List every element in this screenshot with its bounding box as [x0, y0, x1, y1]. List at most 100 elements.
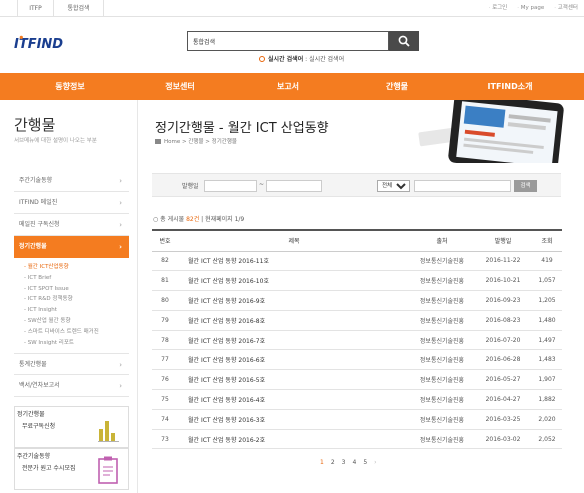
clipboard-icon [98, 456, 118, 484]
breadcrumb-text[interactable]: Home > 간행물 > 정기간행물 [164, 139, 237, 145]
row-title-link[interactable]: 월간 ICT 산업 동향 2016-11호 [178, 251, 410, 272]
itfind-logo[interactable]: ITFIND [14, 35, 68, 52]
sidebar-item-stats[interactable]: 통계간행물 › [14, 353, 129, 376]
date-label: 발행일 [182, 183, 199, 190]
submenu-item-smart-device[interactable]: 스마트 디바이스 트렌드 매거진 [24, 327, 129, 338]
realtime-text: : 실시간 검색어 [305, 56, 345, 63]
row-number: 74 [152, 409, 178, 430]
sidebar-subtitle: 서브메뉴에 대한 설명이 나오는 부분 [14, 138, 97, 144]
tab-integrated-search[interactable]: 통합검색 [54, 0, 104, 17]
row-views: 1,907 [532, 369, 562, 391]
sidebar-item-mailzine[interactable]: ITFIND 메일진 › [14, 192, 129, 214]
row-number: 78 [152, 330, 178, 351]
table-row[interactable]: 82 월간 ICT 산업 동향 2016-11호 정보통신기술진흥 2016-11-2… [152, 251, 562, 272]
page-3[interactable]: 3 [342, 459, 346, 466]
col-source: 출처 [410, 229, 474, 252]
sidebar-item-whitepaper[interactable]: 백서/연차보고서 › [14, 375, 129, 398]
table-row[interactable]: 78 월간 ICT 산업 동향 2016-7호 정보통신기술진흥 2016-07-20… [152, 330, 562, 351]
customer-center-link[interactable]: 고객센터 [554, 0, 578, 17]
sidebar-item-periodicals[interactable]: 정기간행물 › [14, 236, 129, 258]
row-views: 1,483 [532, 349, 562, 371]
nav-itfind-intro[interactable]: ITFIND소개 [470, 73, 550, 100]
top-bar: ITFP 통합검색 로그인 My page 고객센터 [0, 0, 584, 17]
page-5[interactable]: 5 [363, 459, 367, 466]
submenu-item-ict-rnd[interactable]: ICT R&D 정책동향 [24, 294, 129, 305]
table-row[interactable]: 74 월간 ICT 산업 동향 2016-3호 정보통신기술진흥 2016-03-25… [152, 409, 562, 430]
page-1[interactable]: 1 [320, 459, 324, 466]
row-title-link[interactable]: 월간 ICT 산업 동향 2016-5호 [178, 369, 410, 391]
svg-text:ITFIND: ITFIND [14, 37, 63, 51]
count-prefix: 총 게시물 [160, 216, 185, 223]
table-row[interactable]: 75 월간 ICT 산업 동향 2016-4호 정보통신기술진흥 2016-04-27… [152, 389, 562, 410]
tab-itfp[interactable]: ITFP [17, 0, 54, 17]
row-title-link[interactable]: 월간 ICT 산업 동향 2016-6호 [178, 349, 410, 371]
row-source: 정보통신기술진흥 [410, 251, 474, 272]
row-title-link[interactable]: 월간 ICT 산업 동향 2016-4호 [178, 389, 410, 410]
pagination: 1 2 3 4 5 › [320, 459, 377, 466]
page-2[interactable]: 2 [331, 459, 335, 466]
search-button[interactable] [389, 31, 419, 51]
nav-publications[interactable]: 간행물 [362, 73, 432, 100]
row-title-link[interactable]: 월간 ICT 산업 동향 2016-9호 [178, 290, 410, 311]
filter-search-button[interactable]: 검색 [514, 180, 537, 192]
submenu-item-ict-brief[interactable]: ICT Brief [24, 273, 129, 284]
row-title-link[interactable]: 월간 ICT 산업 동향 2016-8호 [178, 310, 410, 331]
col-date: 발행일 [474, 229, 532, 252]
row-source: 정보통신기술진흥 [410, 330, 474, 351]
row-source: 정보통신기술진흥 [410, 290, 474, 311]
submenu-item-ict-spot[interactable]: ICT SPOT Issue [24, 284, 129, 295]
main-nav: 동향정보 정보센터 보고서 간행물 ITFIND소개 [0, 73, 584, 100]
table-row[interactable]: 76 월간 ICT 산업 동향 2016-5호 정보통신기술진흥 2016-05-27… [152, 369, 562, 391]
table-row[interactable]: 73 월간 ICT 산업 동향 2016-2호 정보통신기술진흥 2016-03-02… [152, 429, 562, 450]
mypage-link[interactable]: My page [517, 0, 545, 17]
row-source: 정보통신기술진흥 [410, 429, 474, 450]
promo-free-subscription[interactable]: 정기간행물 무료구독신청 [14, 406, 129, 448]
start-date-input[interactable] [204, 180, 257, 192]
submenu-item-sw-monthly[interactable]: SW산업 월간 동향 [24, 316, 129, 327]
submenu-item-sw-insight[interactable]: SW Insight 리포트 [24, 338, 129, 349]
table-header: 번호 제목 출처 발행일 조회 [152, 229, 562, 252]
login-link[interactable]: 로그인 [489, 0, 507, 17]
row-date: 2016-06-28 [474, 349, 532, 371]
sidebar-item-label: 메일진 구독신청 [19, 221, 60, 228]
page-4[interactable]: 4 [352, 459, 356, 466]
realtime-search-icon [259, 56, 265, 62]
sidebar-item-label: 통계간행물 [19, 361, 47, 369]
submenu-item-monthly-ict[interactable]: 월간 ICT산업동향 [24, 262, 129, 273]
next-page-icon[interactable]: › [374, 459, 376, 466]
nav-trend-info[interactable]: 동향정보 [35, 73, 105, 100]
row-title-link[interactable]: 월간 ICT 산업 동향 2016-2호 [178, 429, 410, 450]
nav-reports[interactable]: 보고서 [253, 73, 323, 100]
row-number: 79 [152, 310, 178, 331]
sidebar-item-mailzine-subscribe[interactable]: 메일진 구독신청 › [14, 214, 129, 236]
row-title-link[interactable]: 월간 ICT 산업 동향 2016-7호 [178, 330, 410, 351]
end-date-input[interactable] [266, 180, 322, 192]
chevron-right-icon: › [119, 221, 122, 229]
search-type-select[interactable]: 전체 [377, 180, 410, 192]
row-views: 419 [532, 251, 562, 272]
col-number: 번호 [152, 229, 178, 252]
nav-info-center[interactable]: 정보센터 [145, 73, 215, 100]
promo-expert-recruit[interactable]: 주간기술동향 전문가 원고 수시모집 [14, 448, 129, 490]
table-row[interactable]: 80 월간 ICT 산업 동향 2016-9호 정보통신기술진흥 2016-09-23… [152, 290, 562, 311]
row-title-link[interactable]: 월간 ICT 산업 동향 2016-3호 [178, 409, 410, 430]
row-title-link[interactable]: 월간 ICT 산업 동향 2016-10호 [178, 270, 410, 292]
page-title: 정기간행물 - 월간 ICT 산업동향 [155, 121, 329, 136]
row-source: 정보통신기술진흥 [410, 270, 474, 292]
table-row[interactable]: 81 월간 ICT 산업 동향 2016-10호 정보통신기술진흥 2016-10-2… [152, 270, 562, 292]
promo-title: 정기간행물 [17, 411, 45, 418]
promo-label: 무료구독신청 [22, 423, 56, 430]
row-source: 정보통신기술진흥 [410, 409, 474, 430]
row-date: 2016-04-27 [474, 389, 532, 410]
keyword-input[interactable] [414, 180, 511, 192]
table-row[interactable]: 77 월간 ICT 산업 동향 2016-6호 정보통신기술진흥 2016-06-28… [152, 349, 562, 371]
table-row[interactable]: 79 월간 ICT 산업 동향 2016-8호 정보통신기술진흥 2016-08-23… [152, 310, 562, 331]
realtime-keywords[interactable]: 실시간 검색어 : 실시간 검색어 [259, 54, 344, 63]
row-source: 정보통신기술진흥 [410, 369, 474, 391]
col-views: 조회 [532, 229, 562, 252]
submenu-item-ict-insight[interactable]: ICT Insight [24, 305, 129, 316]
sidebar-item-weekly-tech[interactable]: 주간기술동향 › [14, 170, 129, 192]
row-number: 73 [152, 429, 178, 450]
row-date: 2016-03-02 [474, 429, 532, 450]
search-input[interactable] [188, 32, 384, 50]
